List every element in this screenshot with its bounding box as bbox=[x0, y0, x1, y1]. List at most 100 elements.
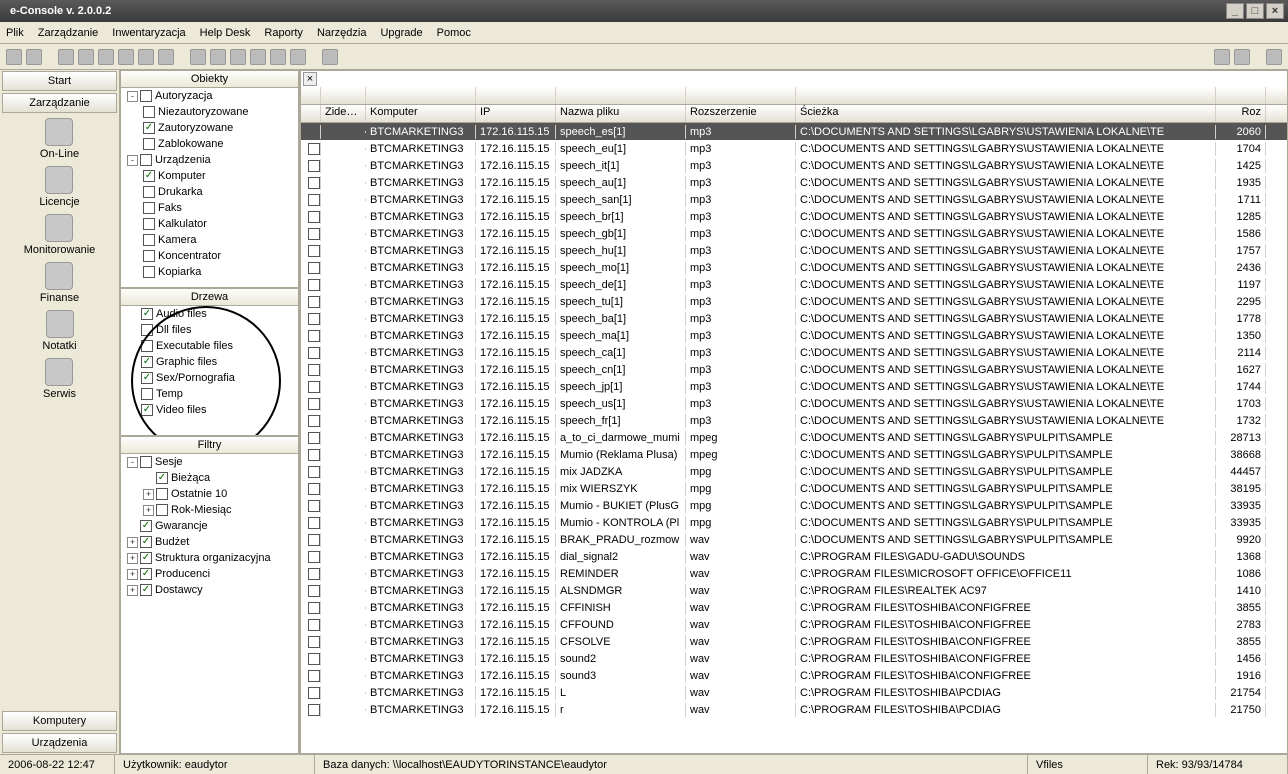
nav-item[interactable]: Licencje bbox=[39, 166, 79, 208]
menu-item[interactable]: Narzędzia bbox=[317, 27, 367, 39]
tool-icon[interactable] bbox=[290, 49, 306, 65]
row-checkbox[interactable] bbox=[308, 602, 320, 614]
tool-icon[interactable] bbox=[98, 49, 114, 65]
table-row[interactable]: BTCMARKETING3172.16.115.15dial_signal2wa… bbox=[301, 548, 1287, 565]
nav-start[interactable]: Start bbox=[2, 71, 117, 91]
checkbox[interactable] bbox=[143, 122, 155, 134]
table-row[interactable]: BTCMARKETING3172.16.115.15sound3wavC:\PR… bbox=[301, 667, 1287, 684]
tree-item[interactable]: Audio files bbox=[121, 306, 298, 322]
tree-item[interactable]: +Budżet bbox=[121, 534, 298, 550]
tree-item[interactable]: Kamera bbox=[121, 232, 298, 248]
close-button[interactable]: × bbox=[1266, 3, 1284, 19]
table-row[interactable]: BTCMARKETING3172.16.115.15REMINDERwavC:\… bbox=[301, 565, 1287, 582]
checkbox[interactable] bbox=[141, 356, 153, 368]
menu-item[interactable]: Pomoc bbox=[437, 27, 471, 39]
help-icon[interactable] bbox=[1266, 49, 1282, 65]
tool-icon[interactable] bbox=[118, 49, 134, 65]
tree-obiekty[interactable]: -AutoryzacjaNiezautoryzowaneZautoryzowan… bbox=[120, 88, 299, 288]
checkbox[interactable] bbox=[140, 552, 152, 564]
minimize-button[interactable]: _ bbox=[1226, 3, 1244, 19]
grid-filter-row[interactable] bbox=[301, 87, 1287, 105]
table-row[interactable]: BTCMARKETING3172.16.115.15speech_ma[1]mp… bbox=[301, 327, 1287, 344]
tree-item[interactable]: +Rok-Miesiąc bbox=[121, 502, 298, 518]
checkbox[interactable] bbox=[140, 520, 152, 532]
checkbox[interactable] bbox=[143, 106, 155, 118]
menu-item[interactable]: Help Desk bbox=[200, 27, 251, 39]
tree-item[interactable]: -Sesje bbox=[121, 454, 298, 470]
checkbox[interactable] bbox=[143, 250, 155, 262]
expand-icon[interactable]: + bbox=[127, 585, 138, 596]
checkbox[interactable] bbox=[143, 186, 155, 198]
tree-item[interactable]: Niezautoryzowane bbox=[121, 104, 298, 120]
checkbox[interactable] bbox=[140, 584, 152, 596]
row-checkbox[interactable] bbox=[308, 415, 320, 427]
table-row[interactable]: BTCMARKETING3172.16.115.15LwavC:\PROGRAM… bbox=[301, 684, 1287, 701]
row-checkbox[interactable] bbox=[308, 534, 320, 546]
table-row[interactable]: BTCMARKETING3172.16.115.15speech_it[1]mp… bbox=[301, 157, 1287, 174]
row-checkbox[interactable] bbox=[308, 585, 320, 597]
expand-icon[interactable]: + bbox=[127, 569, 138, 580]
tool-icon[interactable] bbox=[270, 49, 286, 65]
nav-urzadzenia[interactable]: Urządzenia bbox=[2, 733, 117, 753]
row-checkbox[interactable] bbox=[308, 279, 320, 291]
expand-icon[interactable]: - bbox=[127, 155, 138, 166]
tree-item[interactable]: Video files bbox=[121, 402, 298, 418]
row-checkbox[interactable] bbox=[308, 500, 320, 512]
table-row[interactable]: BTCMARKETING3172.16.115.15speech_gb[1]mp… bbox=[301, 225, 1287, 242]
tree-item[interactable]: Graphic files bbox=[121, 354, 298, 370]
table-row[interactable]: BTCMARKETING3172.16.115.15CFFOUNDwavC:\P… bbox=[301, 616, 1287, 633]
row-checkbox[interactable] bbox=[308, 160, 320, 172]
checkbox[interactable] bbox=[141, 372, 153, 384]
table-row[interactable]: BTCMARKETING3172.16.115.15speech_br[1]mp… bbox=[301, 208, 1287, 225]
row-checkbox[interactable] bbox=[308, 551, 320, 563]
row-checkbox[interactable] bbox=[308, 636, 320, 648]
table-row[interactable]: BTCMARKETING3172.16.115.15speech_mo[1]mp… bbox=[301, 259, 1287, 276]
nav-item[interactable]: Finanse bbox=[40, 262, 79, 304]
tree-item[interactable]: Sex/Pornografia bbox=[121, 370, 298, 386]
tool-icon[interactable] bbox=[230, 49, 246, 65]
row-checkbox[interactable] bbox=[308, 653, 320, 665]
row-checkbox[interactable] bbox=[308, 517, 320, 529]
checkbox[interactable] bbox=[143, 218, 155, 230]
tree-item[interactable]: Bieżąca bbox=[121, 470, 298, 486]
table-row[interactable]: BTCMARKETING3172.16.115.15speech_ba[1]mp… bbox=[301, 310, 1287, 327]
checkbox[interactable] bbox=[143, 266, 155, 278]
table-row[interactable]: BTCMARKETING3172.16.115.15speech_jp[1]mp… bbox=[301, 378, 1287, 395]
tool-icon[interactable] bbox=[210, 49, 226, 65]
checkbox[interactable] bbox=[143, 234, 155, 246]
row-checkbox[interactable] bbox=[308, 330, 320, 342]
checkbox[interactable] bbox=[140, 154, 152, 166]
tree-item[interactable]: Zablokowane bbox=[121, 136, 298, 152]
checkbox[interactable] bbox=[143, 138, 155, 150]
row-checkbox[interactable] bbox=[308, 364, 320, 376]
table-row[interactable]: BTCMARKETING3172.16.115.15a_to_ci_darmow… bbox=[301, 429, 1287, 446]
row-checkbox[interactable] bbox=[308, 432, 320, 444]
table-row[interactable]: BTCMARKETING3172.16.115.15speech_tu[1]mp… bbox=[301, 293, 1287, 310]
row-checkbox[interactable] bbox=[308, 687, 320, 699]
table-row[interactable]: BTCMARKETING3172.16.115.15speech_es[1]mp… bbox=[301, 123, 1287, 140]
table-row[interactable]: BTCMARKETING3172.16.115.15ALSNDMGRwavC:\… bbox=[301, 582, 1287, 599]
expand-icon[interactable]: + bbox=[143, 489, 154, 500]
table-row[interactable]: BTCMARKETING3172.16.115.15sound2wavC:\PR… bbox=[301, 650, 1287, 667]
checkbox[interactable] bbox=[156, 504, 168, 516]
menu-item[interactable]: Raporty bbox=[264, 27, 303, 39]
tree-item[interactable]: -Autoryzacja bbox=[121, 88, 298, 104]
row-checkbox[interactable] bbox=[308, 670, 320, 682]
row-checkbox[interactable] bbox=[308, 211, 320, 223]
row-checkbox[interactable] bbox=[308, 483, 320, 495]
tree-item[interactable]: +Producenci bbox=[121, 566, 298, 582]
tree-item[interactable]: Dll files bbox=[121, 322, 298, 338]
row-checkbox[interactable] bbox=[308, 449, 320, 461]
nav-item[interactable]: On-Line bbox=[40, 118, 79, 160]
table-row[interactable]: BTCMARKETING3172.16.115.15speech_eu[1]mp… bbox=[301, 140, 1287, 157]
menu-item[interactable]: Zarządzanie bbox=[38, 27, 99, 39]
column-header[interactable]: Nazwa pliku bbox=[556, 105, 686, 122]
column-header[interactable] bbox=[301, 105, 321, 122]
checkbox[interactable] bbox=[141, 340, 153, 352]
tool-icon[interactable] bbox=[138, 49, 154, 65]
row-checkbox[interactable] bbox=[308, 177, 320, 189]
table-row[interactable]: BTCMARKETING3172.16.115.15speech_de[1]mp… bbox=[301, 276, 1287, 293]
menu-item[interactable]: Inwentaryzacja bbox=[112, 27, 185, 39]
row-checkbox[interactable] bbox=[308, 143, 320, 155]
nav-item[interactable]: Serwis bbox=[43, 358, 76, 400]
